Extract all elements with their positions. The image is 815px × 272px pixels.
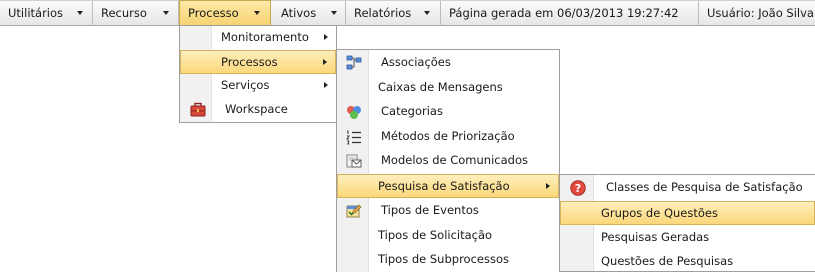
chevron-right-icon <box>546 183 550 189</box>
menu-processo-label: Processo <box>188 6 239 20</box>
menu-item-label: Serviços <box>221 78 270 92</box>
menu-item-label: Pesquisas Geradas <box>601 230 710 244</box>
chevron-right-icon <box>323 59 327 65</box>
top-menu-bar: Utilitários Recurso Processo Ativos Rela… <box>0 0 815 27</box>
menu-processo[interactable]: Processo <box>179 0 271 27</box>
current-user-info: Usuário: João Silva <box>707 6 814 20</box>
menu-item-grupos-de-questoes[interactable]: Grupos de Questões <box>560 201 815 225</box>
chevron-down-icon <box>77 11 83 15</box>
menu-item-processos[interactable]: Processos <box>180 50 336 74</box>
menu-item-label: Grupos de Questões <box>601 206 718 220</box>
menu-item-label: Categorias <box>381 104 443 118</box>
menu-item-label: Associações <box>381 55 451 69</box>
menu-item-label: Métodos de Priorização <box>381 129 515 143</box>
priority-list-icon <box>346 130 361 145</box>
processos-submenu: Associações Caixas de Mensagens Categori… <box>336 49 560 272</box>
menu-item-label: Pesquisa de Satisfação <box>378 179 510 193</box>
menu-item-label: Processos <box>221 55 278 69</box>
menu-item-caixas-de-mensagens[interactable]: Caixas de Mensagens <box>337 76 559 100</box>
menu-item-label: Tipos de Subprocessos <box>378 252 509 266</box>
menu-item-questoes-de-pesquisas[interactable]: Questões de Pesquisas <box>560 250 815 272</box>
event-types-icon <box>346 204 362 218</box>
menu-relatorios-label: Relatórios <box>354 6 412 20</box>
menu-item-label: Modelos de Comunicados <box>381 153 528 167</box>
menu-item-workspace[interactable]: Workspace <box>180 98 336 122</box>
menu-item-tipos-de-eventos[interactable]: Tipos de Eventos <box>337 199 559 223</box>
menu-item-label: Tipos de Eventos <box>381 203 479 217</box>
menu-recurso-label: Recurso <box>101 6 147 20</box>
menu-item-associacoes[interactable]: Associações <box>337 51 559 75</box>
menu-item-pesquisas-geradas[interactable]: Pesquisas Geradas <box>560 226 815 250</box>
associations-icon <box>346 55 362 70</box>
menu-item-label: Monitoramento <box>221 30 309 44</box>
menu-item-pesquisa-de-satisfacao[interactable]: Pesquisa de Satisfação <box>337 174 559 198</box>
page-generated-info: Página gerada em 06/03/2013 19:27:42 <box>441 1 699 26</box>
menu-utilitarios[interactable]: Utilitários <box>0 1 93 26</box>
menu-utilitarios-label: Utilitários <box>8 6 64 20</box>
menu-item-metodos-de-priorizacao[interactable]: Métodos de Priorização <box>337 125 559 149</box>
menu-item-tipos-de-subprocessos[interactable]: Tipos de Subprocessos <box>337 248 559 272</box>
help-question-icon: ? <box>570 180 586 196</box>
menu-ativos-label: Ativos <box>281 6 317 20</box>
menu-item-monitoramento[interactable]: Monitoramento <box>180 26 336 50</box>
pesquisa-satisfacao-submenu: ? Classes de Pesquisa de Satisfação Grup… <box>559 174 815 272</box>
menu-item-label: Caixas de Mensagens <box>378 80 503 94</box>
svg-text:?: ? <box>575 182 581 195</box>
chevron-down-icon <box>424 11 430 15</box>
menu-item-label: Workspace <box>225 102 288 116</box>
workspace-toolbox-icon <box>190 102 206 117</box>
categories-icon <box>347 106 361 119</box>
menu-item-label: Classes de Pesquisa de Satisfação <box>606 180 803 194</box>
menu-recurso[interactable]: Recurso <box>93 1 179 26</box>
chevron-down-icon <box>163 11 169 15</box>
menu-item-modelos-de-comunicados[interactable]: Modelos de Comunicados <box>337 149 559 173</box>
menu-relatorios[interactable]: Relatórios <box>346 1 441 26</box>
menu-item-categorias[interactable]: Categorias <box>337 100 559 124</box>
menu-item-tipos-de-solicitacao[interactable]: Tipos de Solicitação <box>337 224 559 248</box>
communication-template-icon <box>346 154 362 168</box>
menu-item-servicos[interactable]: Serviços <box>180 74 336 98</box>
menu-item-label: Tipos de Solicitação <box>378 228 493 242</box>
processo-dropdown: Monitoramento Processos Serviços Workspa… <box>179 25 337 123</box>
chevron-right-icon <box>324 34 328 40</box>
chevron-right-icon <box>324 82 328 88</box>
menu-item-label: Questões de Pesquisas <box>601 254 734 268</box>
menu-item-classes-de-pesquisa[interactable]: ? Classes de Pesquisa de Satisfação <box>560 176 815 200</box>
menu-ativos[interactable]: Ativos <box>273 1 346 26</box>
chevron-down-icon <box>254 11 260 15</box>
chevron-down-icon <box>331 11 337 15</box>
